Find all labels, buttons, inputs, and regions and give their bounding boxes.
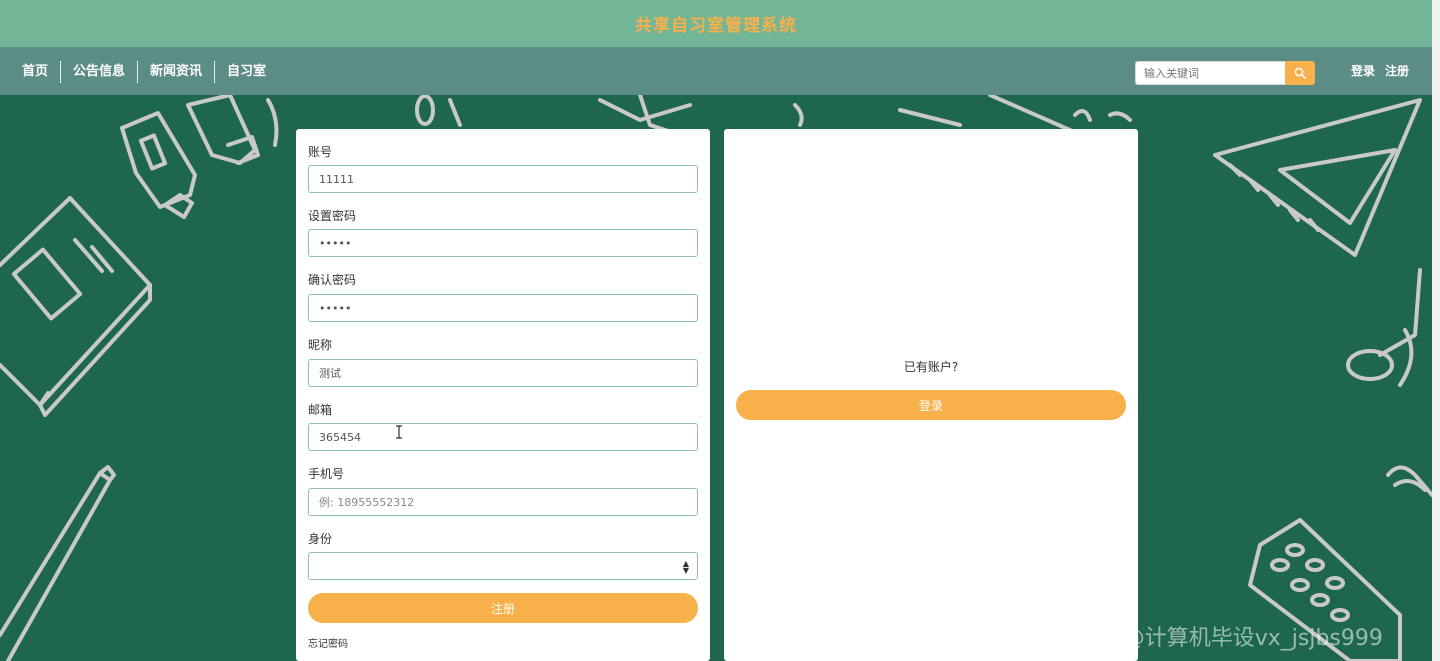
has-account-text: 已有账户?: [903, 360, 959, 374]
register-button[interactable]: 注册: [308, 593, 698, 623]
password-input[interactable]: [308, 229, 698, 257]
account-label: 账号: [308, 145, 333, 159]
account-input[interactable]: [308, 165, 698, 193]
line-doodle: [448, 98, 462, 127]
pencil-doodle: [0, 465, 116, 661]
nav-login-link[interactable]: 登录: [1351, 62, 1375, 79]
nickname-label: 昵称: [308, 338, 333, 352]
site-title: 共享自习室管理系统: [635, 16, 797, 36]
auth-links: 登录 注册: [1351, 62, 1409, 79]
login-prompt-panel: 已有账户? 登录: [724, 129, 1138, 661]
role-select[interactable]: ▲ ▼: [308, 552, 698, 580]
chalkboard-background-illustration: [0, 95, 1432, 661]
marker-doodle: [186, 95, 260, 165]
line-doodle: [898, 108, 962, 127]
scissor-doodle: [793, 103, 804, 127]
nickname-input[interactable]: [308, 359, 698, 387]
nav-home[interactable]: 首页: [10, 61, 60, 83]
glue-tube-doodle: [120, 111, 197, 219]
watermark-text: CSDN @计算机毕设vx_jsjbs999: [1053, 626, 1383, 651]
register-form-panel: 账号 设置密码 确认密码 昵称 邮箱 手机号 身份 ▲▼ 注册 忘记密码: [296, 129, 710, 661]
confirm-password-label: 确认密码: [308, 273, 357, 287]
nav-announcements[interactable]: 公告信息: [61, 61, 137, 83]
email-input[interactable]: [308, 423, 698, 451]
pencil-doodle: [988, 95, 1072, 132]
line-doodle: [266, 98, 279, 147]
notebook-doodle: [0, 196, 152, 417]
nav-register-link[interactable]: 注册: [1385, 62, 1409, 79]
search-box: [1135, 61, 1315, 85]
search-button[interactable]: [1285, 61, 1315, 85]
search-input[interactable]: [1135, 61, 1285, 85]
role-label: 身份: [308, 532, 333, 546]
nav-study-rooms[interactable]: 自习室: [215, 61, 278, 83]
flower-doodle: [1073, 109, 1132, 122]
scissors-doodle: [1346, 268, 1422, 387]
email-label: 邮箱: [308, 403, 333, 417]
title-bar: 共享自习室管理系统: [0, 0, 1432, 47]
window-scrollbar[interactable]: [1432, 0, 1440, 661]
text-cursor-icon: [396, 425, 402, 439]
nav-links: 首页 公告信息 新闻资讯 自习室: [10, 61, 278, 83]
select-arrows-icon: ▲ ▼: [682, 559, 689, 575]
nav-news[interactable]: 新闻资讯: [138, 61, 214, 83]
forgot-password-link[interactable]: 忘记密码: [308, 635, 348, 650]
phone-label: 手机号: [308, 467, 345, 481]
triangle-ruler-doodle: [1213, 98, 1422, 257]
nav-bar: 首页 公告信息 新闻资讯 自习室 登录 注册: [0, 47, 1432, 95]
confirm-password-input[interactable]: [308, 294, 698, 322]
phone-input[interactable]: [308, 488, 698, 516]
search-icon: [1294, 67, 1306, 79]
paperclip-doodle: [1386, 465, 1432, 497]
circle-doodle: [415, 95, 435, 126]
login-button[interactable]: 登录: [736, 390, 1126, 420]
password-label: 设置密码: [308, 209, 357, 223]
